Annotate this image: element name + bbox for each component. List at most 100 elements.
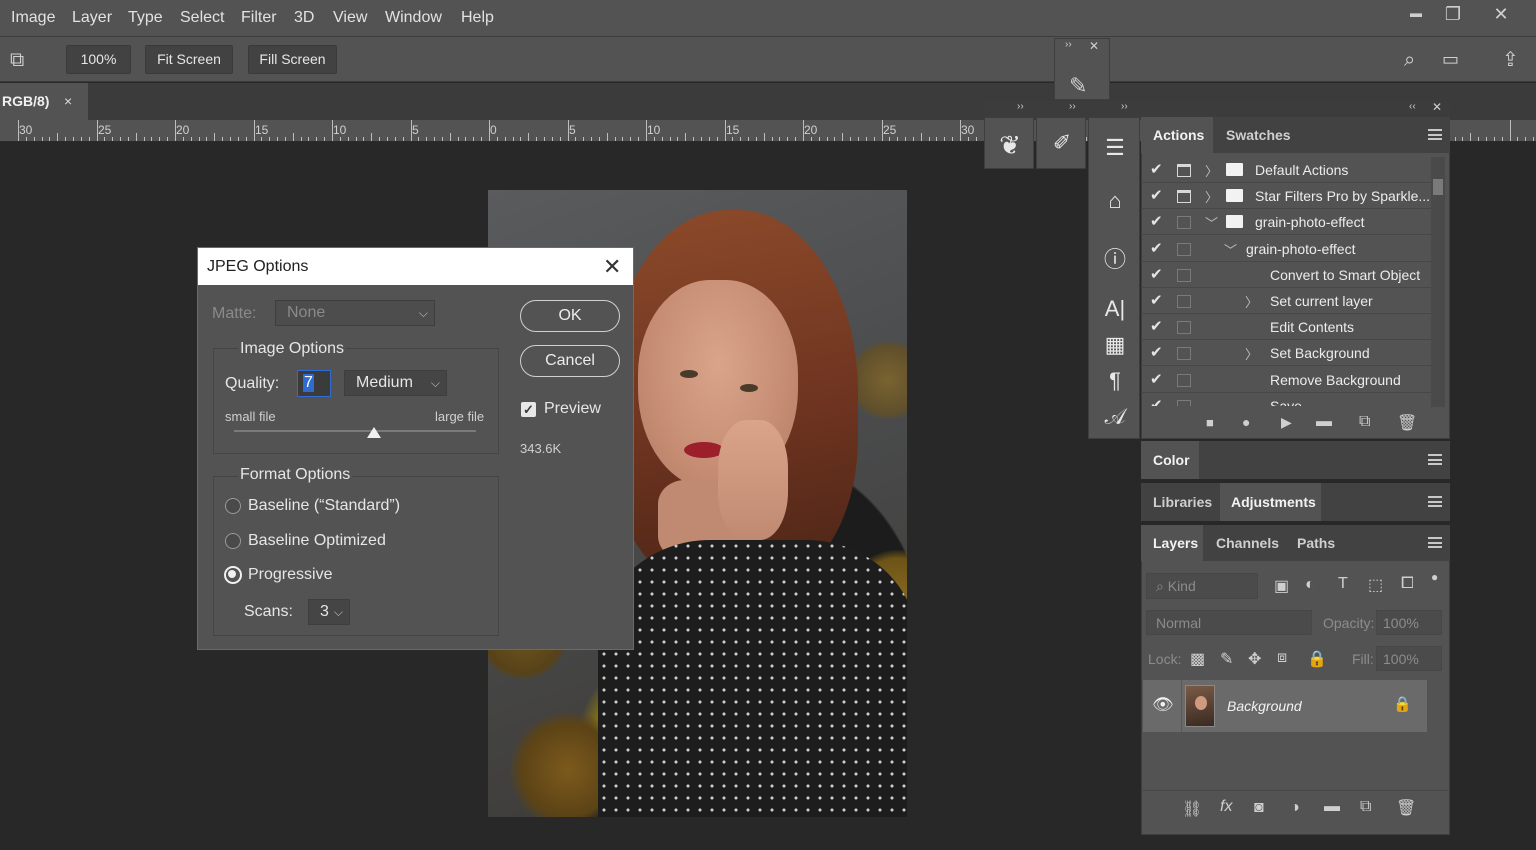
shape-filter-icon[interactable]: ⬚ <box>1368 575 1383 595</box>
menu-view[interactable]: View <box>333 9 367 27</box>
toggle-check-icon[interactable]: ✔ <box>1150 291 1163 309</box>
panel-menu-icon[interactable] <box>1428 496 1442 507</box>
zoom-100-button[interactable]: 100% <box>66 45 131 74</box>
action-row[interactable]: ✔ 〉 Set current layer <box>1141 288 1431 314</box>
opacity-input[interactable]: 100% <box>1376 610 1442 635</box>
glyphs-icon[interactable]: ▦ <box>1095 332 1135 358</box>
pixel-layer-filter-icon[interactable]: ▣ <box>1274 576 1289 596</box>
collapse-arrows-icon[interactable]: ›› <box>1065 39 1072 50</box>
dialog-toggle-box[interactable] <box>1177 164 1191 177</box>
chevron-right-icon[interactable]: 〉 <box>1205 187 1218 206</box>
dialog-toggle-box[interactable] <box>1177 347 1191 360</box>
play-icon[interactable]: ▶ <box>1281 414 1292 431</box>
menu-filter[interactable]: Filter <box>241 9 277 27</box>
delete-layer-icon[interactable]: 🗑 <box>1396 798 1416 818</box>
fill-input[interactable]: 100% <box>1376 646 1442 671</box>
tab-libraries[interactable]: Libraries <box>1153 494 1212 510</box>
action-row[interactable]: ✔ Remove Background <box>1141 367 1431 393</box>
action-row[interactable]: ✔ 〉 Star Filters Pro by Sparkle... <box>1141 183 1431 209</box>
preview-checkbox[interactable]: ✓ <box>521 402 536 417</box>
lock-position-icon[interactable]: ✥ <box>1248 649 1261 669</box>
baseline-standard-radio[interactable] <box>225 498 241 514</box>
clone-source-icon[interactable]: ⌂ <box>1095 188 1135 214</box>
new-action-icon[interactable]: ⧉ <box>1359 413 1370 431</box>
link-layers-icon[interactable]: ⛓ <box>1182 799 1202 819</box>
menu-image[interactable]: Image <box>11 9 55 27</box>
lock-transparency-icon[interactable]: ▩ <box>1190 649 1205 669</box>
toggle-check-icon[interactable]: ✔ <box>1150 265 1163 283</box>
new-group-icon[interactable]: ▬ <box>1324 798 1340 816</box>
info-icon[interactable]: ⓘ <box>1095 242 1135 274</box>
chevron-down-icon[interactable]: ﹀ <box>1224 240 1237 259</box>
toggle-check-icon[interactable]: ✔ <box>1150 212 1163 230</box>
chevron-right-icon[interactable]: 〉 <box>1205 161 1218 180</box>
baseline-optimized-radio[interactable] <box>225 533 241 549</box>
tab-channels[interactable]: Channels <box>1216 535 1279 551</box>
quality-input[interactable]: 7 <box>297 370 331 397</box>
minimize-button[interactable]: ▬ <box>1401 6 1431 20</box>
search-icon[interactable]: ⌕ <box>1404 49 1415 72</box>
character-styles-icon[interactable]: 𝒜 <box>1095 404 1135 430</box>
tab-color[interactable]: Color <box>1141 441 1199 479</box>
toggle-check-icon[interactable]: ✔ <box>1150 370 1163 388</box>
action-row[interactable]: ✔ Edit Contents <box>1141 314 1431 340</box>
progressive-label[interactable]: Progressive <box>248 566 332 584</box>
baseline-standard-label[interactable]: Baseline (“Standard”) <box>248 497 400 515</box>
dialog-toggle-box[interactable] <box>1177 216 1191 229</box>
fit-screen-button[interactable]: Fit Screen <box>145 45 233 74</box>
close-icon[interactable]: ✕ <box>1089 39 1099 53</box>
menu-window[interactable]: Window <box>385 9 442 27</box>
chevron-right-icon[interactable]: 〉 <box>1245 292 1258 311</box>
layer-row-background[interactable]: 👁 Background 🔒 <box>1143 680 1427 732</box>
record-icon[interactable]: ● <box>1242 414 1250 430</box>
menu-3d[interactable]: 3D <box>294 9 314 27</box>
menu-help[interactable]: Help <box>461 9 494 27</box>
toggle-check-icon[interactable]: ✔ <box>1150 160 1163 178</box>
toggle-check-icon[interactable]: ✔ <box>1150 396 1163 406</box>
tab-layers[interactable]: Layers <box>1141 525 1203 561</box>
visibility-eye-icon[interactable]: 👁 <box>1152 695 1174 715</box>
layer-name[interactable]: Background <box>1227 698 1302 714</box>
scans-select[interactable]: 3 ⌵ <box>308 599 350 625</box>
blend-mode-select[interactable]: Normal <box>1146 610 1312 635</box>
dialog-toggle-box[interactable] <box>1177 190 1191 203</box>
panel-menu-icon[interactable] <box>1428 537 1442 548</box>
plugin-panel-button[interactable]: ❦ <box>984 117 1034 169</box>
collapse-arrows-icon[interactable]: ›› <box>1121 101 1128 112</box>
toggle-check-icon[interactable]: ✔ <box>1150 317 1163 335</box>
tab-swatches[interactable]: Swatches <box>1226 127 1291 143</box>
action-row[interactable]: ✔ ﹀ grain-photo-effect <box>1141 209 1431 235</box>
add-mask-icon[interactable]: ◙ <box>1254 799 1264 817</box>
action-row[interactable]: ✔ 〉 Set Background <box>1141 340 1431 366</box>
tab-actions[interactable]: Actions <box>1141 117 1213 153</box>
collapse-dock-icon[interactable]: ‹‹ <box>1409 101 1416 112</box>
filter-toggle-icon[interactable]: ● <box>1431 570 1438 584</box>
fx-icon[interactable]: fx <box>1220 798 1232 816</box>
tab-paths[interactable]: Paths <box>1297 535 1335 551</box>
tab-adjustments[interactable]: Adjustments <box>1220 483 1321 521</box>
new-layer-icon[interactable]: ⧉ <box>1360 798 1371 816</box>
dialog-toggle-box[interactable] <box>1177 295 1191 308</box>
action-row[interactable]: ✔ 〉 Default Actions <box>1141 157 1431 183</box>
quality-preset-select[interactable]: Medium ⌵ <box>344 370 447 396</box>
workspace-icon[interactable]: ▭ <box>1442 49 1459 70</box>
type-filter-icon[interactable]: T <box>1338 575 1348 593</box>
edit-icon[interactable]: ✎ <box>1069 73 1087 99</box>
lock-artboard-icon[interactable]: ⧈ <box>1277 649 1287 667</box>
dialog-toggle-box[interactable] <box>1177 374 1191 387</box>
brush-panel-button[interactable]: ✐ <box>1036 117 1086 169</box>
document-tab[interactable]: RGB/8) <box>0 83 88 120</box>
new-set-icon[interactable]: ▬ <box>1316 413 1332 431</box>
panel-menu-icon[interactable] <box>1428 129 1442 140</box>
collapse-arrows-icon[interactable]: ›› <box>1069 101 1076 112</box>
actions-scrollbar-thumb[interactable] <box>1433 179 1443 195</box>
menu-layer[interactable]: Layer <box>72 9 112 27</box>
restore-button[interactable]: ❐ <box>1438 4 1468 25</box>
dialog-toggle-box[interactable] <box>1177 321 1191 334</box>
chevron-right-icon[interactable]: 〉 <box>1245 344 1258 363</box>
progressive-radio[interactable] <box>224 566 242 584</box>
action-row[interactable]: ✔ Save <box>1141 393 1431 406</box>
baseline-optimized-label[interactable]: Baseline Optimized <box>248 532 386 550</box>
lock-pixels-icon[interactable]: ✎ <box>1220 649 1233 669</box>
panel-menu-icon[interactable] <box>1428 454 1442 465</box>
